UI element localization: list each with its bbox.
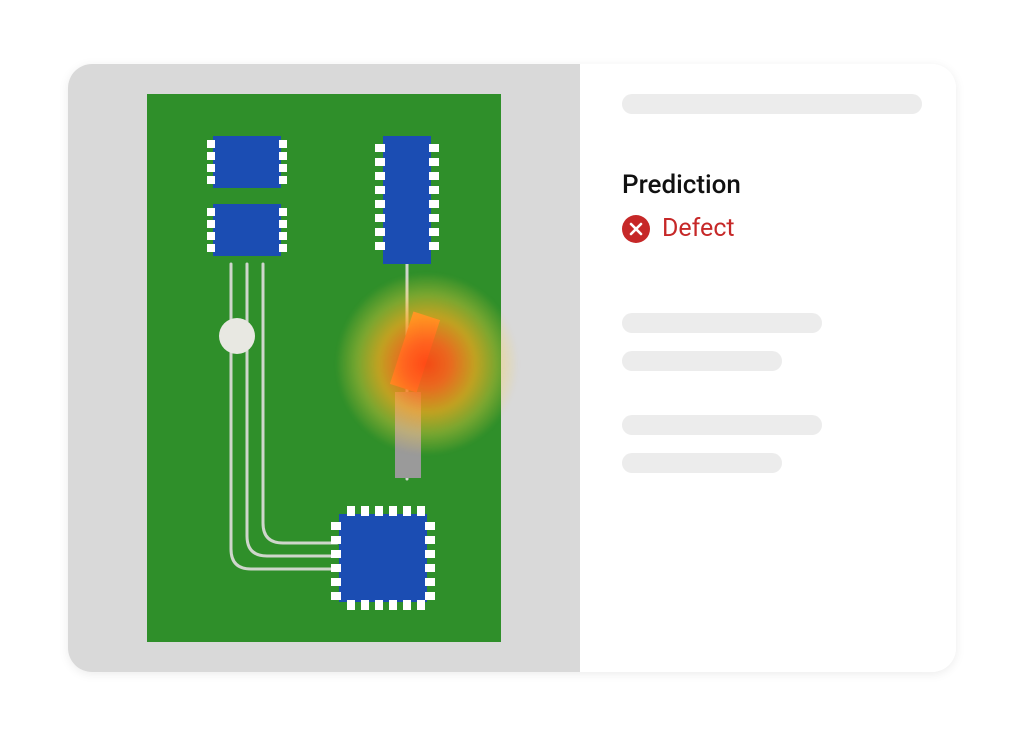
prediction-label: Defect bbox=[662, 214, 735, 243]
image-pane bbox=[68, 64, 580, 672]
pcb-board-icon bbox=[147, 94, 501, 642]
placeholder-line bbox=[622, 415, 822, 435]
placeholder-line bbox=[622, 313, 822, 333]
placeholder-line bbox=[622, 453, 782, 473]
prediction-result: Defect bbox=[622, 214, 926, 243]
details-pane: Prediction Defect bbox=[580, 64, 956, 672]
result-card: Prediction Defect bbox=[68, 64, 956, 672]
placeholder-line bbox=[622, 94, 922, 114]
x-circle-icon bbox=[622, 215, 650, 243]
prediction-heading: Prediction bbox=[622, 170, 926, 200]
pcb-illustration bbox=[147, 94, 501, 642]
placeholder-line bbox=[622, 351, 782, 371]
